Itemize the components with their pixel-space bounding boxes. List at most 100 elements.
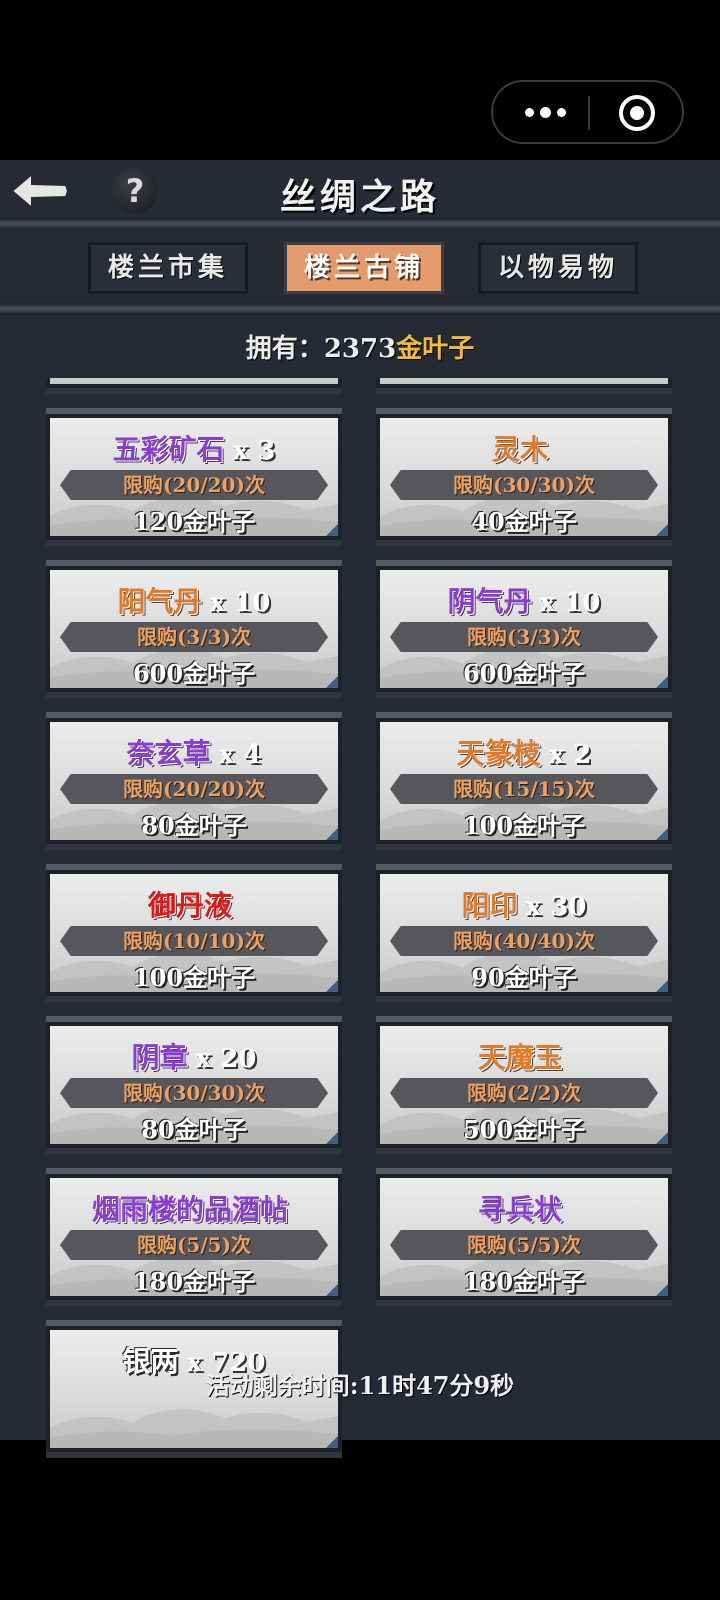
card-paper: 烟雨楼的品酒帖限购(5/5)次 180金叶子 <box>50 1178 338 1296</box>
item-qty: x 10 <box>539 588 601 618</box>
event-timer: 活动剩余时间:11时47分9秒 <box>205 1371 515 1400</box>
item-name: 五彩矿石 x 3 <box>50 428 338 468</box>
purchase-limit: 限购(10/10)次 <box>60 926 328 956</box>
card-paper: 阳印 x 30 限购(40/40)次 90金叶子 <box>380 874 668 992</box>
item-title: 五彩矿石 <box>112 433 225 466</box>
item-price: 40金叶子 <box>471 507 577 536</box>
item-title: 奈玄草 <box>126 737 211 770</box>
item-card[interactable]: 奈玄草 x 4 限购(20/20)次 80金叶子 <box>46 712 342 850</box>
item-price: 90金叶子 <box>471 963 577 992</box>
item-card[interactable]: 天魔玉限购(2/2)次 500金叶子 <box>376 1016 672 1154</box>
capsule-divider <box>588 96 590 130</box>
top-bar: ? 丝绸之路 <box>0 160 720 226</box>
item-price: 120金叶子 <box>132 507 256 536</box>
owned-currency: 拥有：2373金叶子 <box>0 328 720 365</box>
item-title: 烟雨楼的品酒帖 <box>91 1193 288 1226</box>
owned-amount: 2373 <box>323 334 397 364</box>
item-qty: x 3 <box>232 436 276 466</box>
item-name: 寻兵状 <box>380 1188 668 1228</box>
card-paper: 天篆枝 x 2 限购(15/15)次 100金叶子 <box>380 722 668 840</box>
header-divider <box>0 218 720 230</box>
purchase-limit: 限购(5/5)次 <box>390 1230 658 1260</box>
card-paper: 御丹液限购(10/10)次 100金叶子 <box>50 874 338 992</box>
purchase-limit: 限购(30/30)次 <box>60 1078 328 1108</box>
card-paper: 奈玄草 x 4 限购(20/20)次 80金叶子 <box>50 722 338 840</box>
card-paper: 寻兵状限购(5/5)次 180金叶子 <box>380 1178 668 1296</box>
miniprogram-capsule <box>491 80 684 144</box>
purchase-limit: 限购(15/15)次 <box>390 774 658 804</box>
purchase-limit: 限购(3/3)次 <box>60 622 328 652</box>
game-screen: ? 丝绸之路 楼兰市集 楼兰古铺 以物易物 拥有：2373金叶子 五彩矿石 x 3… <box>0 160 720 1458</box>
purchase-limit: 限购(30/30)次 <box>390 470 658 500</box>
purchase-limit: 限购(5/5)次 <box>60 1230 328 1260</box>
item-price: 180金叶子 <box>462 1267 586 1296</box>
card-paper <box>380 378 668 384</box>
item-qty: x 10 <box>209 588 271 618</box>
item-name: 阳印 x 30 <box>380 884 668 924</box>
item-name: 阴章 x 20 <box>50 1036 338 1076</box>
card-paper: 阳气丹 x 10 限购(3/3)次 600金叶子 <box>50 570 338 688</box>
card-paper: 阴气丹 x 10 限购(3/3)次 600金叶子 <box>380 570 668 688</box>
tabs-divider <box>0 303 720 315</box>
item-name: 烟雨楼的品酒帖 <box>50 1188 338 1228</box>
item-price: 180金叶子 <box>132 1267 256 1296</box>
item-card[interactable]: 阴气丹 x 10 限购(3/3)次 600金叶子 <box>376 560 672 698</box>
item-card[interactable]: 御丹液限购(10/10)次 100金叶子 <box>46 864 342 1002</box>
item-name: 阳气丹 x 10 <box>50 580 338 620</box>
purchase-limit: 限购(3/3)次 <box>390 622 658 652</box>
item-card[interactable]: 阳印 x 30 限购(40/40)次 90金叶子 <box>376 864 672 1002</box>
card-paper: 天魔玉限购(2/2)次 500金叶子 <box>380 1026 668 1144</box>
item-name: 天魔玉 <box>380 1036 668 1076</box>
purchase-limit: 限购(2/2)次 <box>390 1078 658 1108</box>
item-card-partial[interactable] <box>46 378 342 394</box>
item-qty: x 2 <box>548 740 592 770</box>
card-paper: 灵木限购(30/30)次 40金叶子 <box>380 418 668 536</box>
target-circle-icon[interactable] <box>619 95 655 131</box>
item-price: 80金叶子 <box>141 1115 247 1144</box>
owned-label: 拥有： <box>245 334 324 364</box>
item-name: 御丹液 <box>50 884 338 924</box>
item-card[interactable]: 烟雨楼的品酒帖限购(5/5)次 180金叶子 <box>46 1168 342 1306</box>
item-title: 御丹液 <box>147 889 232 922</box>
purchase-limit: 限购(40/40)次 <box>390 926 658 956</box>
item-name: 奈玄草 x 4 <box>50 732 338 772</box>
item-price: 100金叶子 <box>132 963 256 992</box>
currency-name: 金叶子 <box>396 334 475 364</box>
item-title: 阳印 <box>461 889 518 922</box>
purchase-limit: 限购(20/20)次 <box>60 774 328 804</box>
item-card[interactable]: 灵木限购(30/30)次 40金叶子 <box>376 408 672 546</box>
item-name: 天篆枝 x 2 <box>380 732 668 772</box>
item-title: 阳气丹 <box>117 585 202 618</box>
item-title: 阴气丹 <box>447 585 532 618</box>
purchase-limit: 限购(20/20)次 <box>60 470 328 500</box>
item-title: 天魔玉 <box>477 1041 562 1074</box>
item-price: 80金叶子 <box>141 811 247 840</box>
item-card[interactable]: 阳气丹 x 10 限购(3/3)次 600金叶子 <box>46 560 342 698</box>
item-card[interactable]: 寻兵状限购(5/5)次 180金叶子 <box>376 1168 672 1306</box>
item-price: 100金叶子 <box>462 811 586 840</box>
item-qty: x 4 <box>218 740 262 770</box>
item-card[interactable]: 天篆枝 x 2 限购(15/15)次 100金叶子 <box>376 712 672 850</box>
card-paper: 五彩矿石 x 3 限购(20/20)次 120金叶子 <box>50 418 338 536</box>
item-title: 阴章 <box>131 1041 188 1074</box>
card-paper <box>50 378 338 384</box>
tab-barter[interactable]: 以物易物 <box>478 242 638 294</box>
item-title: 天篆枝 <box>456 737 541 770</box>
item-card[interactable]: 阴章 x 20 限购(30/30)次 80金叶子 <box>46 1016 342 1154</box>
item-price: 500金叶子 <box>462 1115 586 1144</box>
page-title: 丝绸之路 <box>279 176 440 218</box>
item-qty: x 30 <box>525 892 587 922</box>
item-price: 600金叶子 <box>462 659 586 688</box>
item-card[interactable]: 五彩矿石 x 3 限购(20/20)次 120金叶子 <box>46 408 342 546</box>
item-price: 600金叶子 <box>132 659 256 688</box>
tab-loulan-shop[interactable]: 楼兰古铺 <box>284 242 444 294</box>
item-card-partial[interactable] <box>376 378 672 394</box>
item-title: 灵木 <box>491 433 548 466</box>
item-name: 阴气丹 x 10 <box>380 580 668 620</box>
tab-loulan-market[interactable]: 楼兰市集 <box>88 242 248 294</box>
tab-bar: 楼兰市集 楼兰古铺 以物易物 <box>0 238 720 302</box>
item-title: 寻兵状 <box>477 1193 562 1226</box>
item-list[interactable]: 五彩矿石 x 3 限购(20/20)次 120金叶子 灵木 限购(30/30)次 40金叶子… <box>0 378 720 1538</box>
more-dots-icon[interactable] <box>517 82 573 142</box>
card-corner <box>326 1436 338 1448</box>
